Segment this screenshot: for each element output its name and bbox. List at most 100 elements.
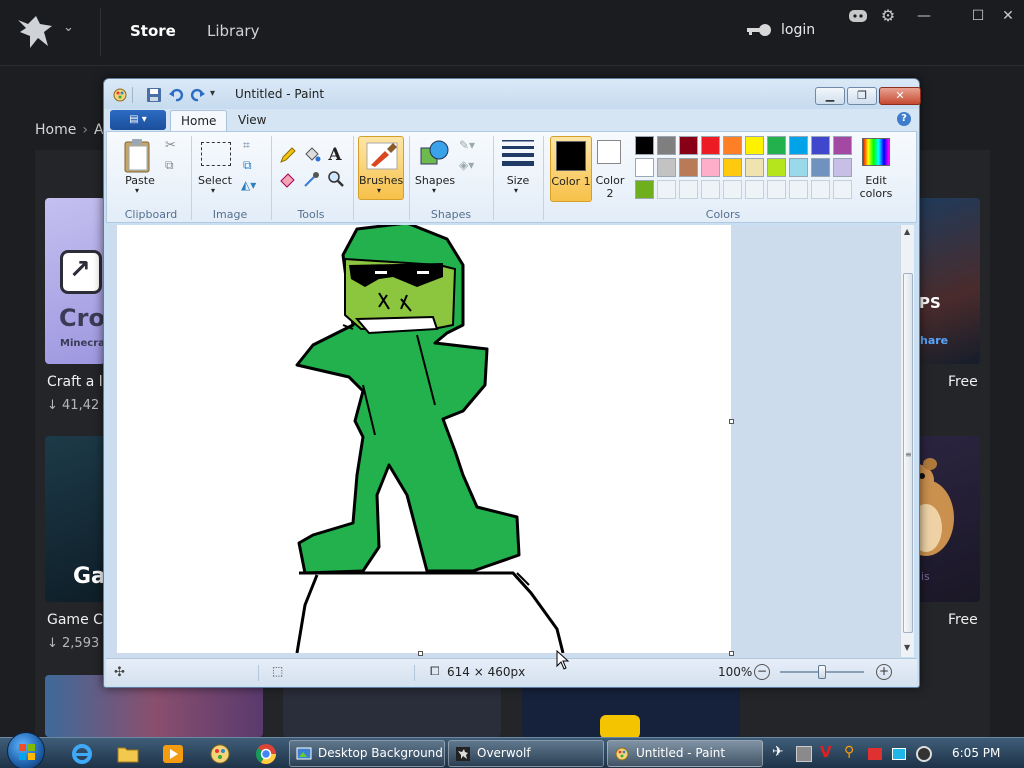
magnifier-icon[interactable] (325, 168, 345, 188)
file-menu-button[interactable]: ▤ ▾ (110, 110, 166, 130)
text-tool-icon[interactable]: A (325, 144, 345, 165)
display-icon[interactable] (892, 748, 906, 760)
app-card-image[interactable]: Ga (45, 436, 105, 602)
edit-colors-icon[interactable] (862, 138, 890, 166)
palette-swatch-empty[interactable] (789, 180, 808, 199)
copy-icon[interactable]: ⧉ (165, 158, 174, 173)
resize-handle[interactable] (729, 651, 734, 656)
chrome-icon[interactable] (254, 742, 278, 766)
nav-store[interactable]: Store (130, 22, 176, 40)
folder-icon[interactable] (116, 742, 140, 766)
media-player-icon[interactable] (161, 742, 185, 766)
shapes-icon[interactable] (419, 138, 451, 170)
taskbar-task-paint[interactable]: Untitled - Paint (607, 740, 763, 767)
palette-swatch-empty[interactable] (679, 180, 698, 199)
app-card-title[interactable]: Craft a lo (47, 374, 111, 390)
clock[interactable]: 6:05 PM (952, 746, 1000, 760)
app-card-image[interactable]: ↗ Cro Minecra (45, 198, 105, 364)
drawing-canvas[interactable] (117, 225, 731, 654)
vertical-scrollbar[interactable]: ▲ ≡ ▼ (900, 225, 914, 657)
zoom-slider-thumb[interactable] (818, 665, 826, 679)
minimize-button[interactable]: ▁ (815, 87, 845, 105)
pencil-icon[interactable] (277, 144, 297, 164)
palette-swatch-empty[interactable] (767, 180, 786, 199)
color2-button[interactable]: Color 2 (593, 174, 627, 200)
palette-swatch-empty[interactable] (811, 180, 830, 199)
eraser-icon[interactable] (277, 168, 297, 188)
palette-swatch[interactable] (811, 136, 830, 155)
discord-icon[interactable] (846, 6, 870, 26)
palette-swatch[interactable] (657, 136, 676, 155)
palette-swatch-empty[interactable] (833, 180, 852, 199)
app-card-image[interactable]: PS hare (917, 198, 980, 364)
save-icon[interactable] (146, 87, 162, 103)
palette-swatch[interactable] (679, 158, 698, 177)
size-icon[interactable] (501, 138, 535, 166)
palette-swatch[interactable] (723, 158, 742, 177)
close-button[interactable]: ✕ (879, 87, 921, 105)
palette-swatch[interactable] (635, 158, 654, 177)
scroll-down-icon[interactable]: ▼ (904, 643, 910, 652)
palette-swatch[interactable] (635, 180, 654, 199)
paint-taskbar-icon[interactable] (208, 742, 232, 766)
zoom-out-button[interactable]: − (754, 664, 770, 680)
login-button[interactable]: login (745, 22, 815, 38)
customize-quick-access-icon[interactable]: ▾ (210, 88, 215, 99)
recording-icon[interactable] (916, 746, 932, 762)
maximize-button[interactable]: ❐ (847, 87, 877, 105)
palette-swatch[interactable] (723, 136, 742, 155)
search-tray-icon[interactable]: ⚲ (844, 744, 860, 760)
palette-swatch-empty[interactable] (657, 180, 676, 199)
palette-swatch[interactable] (767, 158, 786, 177)
resize-icon[interactable]: ⧉ (243, 158, 252, 173)
tray-arrow-icon[interactable]: ✈ (772, 744, 788, 760)
crop-icon[interactable]: ⌗ (243, 138, 250, 153)
palette-swatch[interactable] (701, 136, 720, 155)
resize-handle[interactable] (729, 419, 734, 424)
palette-swatch[interactable] (833, 136, 852, 155)
palette-swatch-empty[interactable] (723, 180, 742, 199)
minimize-button[interactable]: — (912, 6, 936, 26)
palette-swatch[interactable] (679, 136, 698, 155)
chevron-down-icon[interactable]: ▾ (432, 186, 436, 195)
breadcrumb-home[interactable]: Home (35, 122, 76, 138)
antivirus-icon[interactable]: V (820, 743, 836, 761)
fill-icon[interactable] (301, 144, 321, 164)
scrollbar-thumb[interactable]: ≡ (903, 273, 913, 633)
outline-icon[interactable]: ✎▾ (459, 138, 475, 152)
maximize-button[interactable]: ☐ (966, 6, 990, 26)
palette-swatch[interactable] (745, 158, 764, 177)
tray-app-icon[interactable] (796, 746, 812, 762)
taskbar-task-desktop-background[interactable]: Desktop Background (289, 740, 445, 767)
close-button[interactable]: ✕ (996, 6, 1020, 26)
palette-swatch[interactable] (745, 136, 764, 155)
tab-home[interactable]: Home (170, 110, 228, 132)
zoom-in-button[interactable]: + (876, 664, 892, 680)
color-picker-icon[interactable] (301, 168, 321, 188)
palette-swatch[interactable] (789, 158, 808, 177)
palette-swatch[interactable] (701, 158, 720, 177)
color2-swatch[interactable] (597, 140, 621, 164)
help-icon[interactable]: ? (897, 112, 911, 126)
palette-swatch[interactable] (789, 136, 808, 155)
chevron-down-icon[interactable]: ▾ (135, 186, 139, 195)
fill-shape-icon[interactable]: ◈▾ (459, 158, 474, 172)
tab-view[interactable]: View (228, 110, 276, 132)
palette-swatch-empty[interactable] (701, 180, 720, 199)
palette-swatch[interactable] (833, 158, 852, 177)
app-card-title[interactable]: Game Ca (47, 612, 111, 628)
paste-button[interactable]: Paste (123, 174, 157, 187)
gear-icon[interactable]: ⚙ (876, 6, 900, 26)
palette-swatch[interactable] (635, 136, 654, 155)
taskbar-task-overwolf[interactable]: Overwolf (448, 740, 604, 767)
select-icon[interactable] (201, 142, 231, 166)
rotate-icon[interactable]: ◭▾ (241, 178, 256, 192)
resize-handle[interactable] (418, 651, 423, 656)
color1-button[interactable]: Color 1 (550, 136, 592, 202)
palette-swatch[interactable] (811, 158, 830, 177)
chevron-down-icon[interactable]: ▾ (211, 186, 215, 195)
undo-icon[interactable] (168, 87, 184, 103)
scroll-up-icon[interactable]: ▲ (904, 227, 910, 236)
zoom-slider[interactable] (780, 665, 864, 679)
overwolf-logo-icon[interactable] (14, 10, 56, 52)
